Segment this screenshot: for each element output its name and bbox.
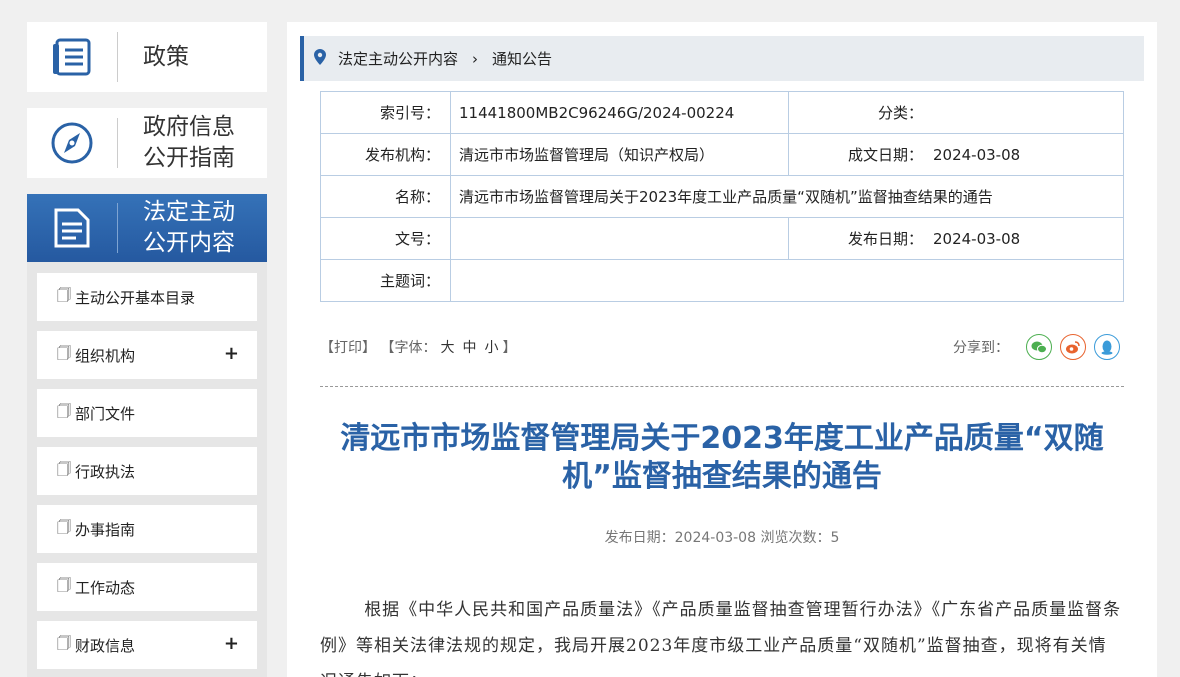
file-icon: 🗍 (57, 346, 71, 362)
sub-item-label: 工作动态 (75, 578, 136, 597)
breadcrumb-level2[interactable]: 通知公告 (492, 48, 552, 69)
sub-item-label: 办事指南 (75, 520, 136, 539)
font-small-link[interactable]: 小 (484, 340, 498, 356)
article-paragraph: 根据《中华人民共和国产品质量法》《产品质量监督抽查管理暂行办法》《广东省产品质量… (320, 600, 1122, 677)
sub-item-finance[interactable]: 🗍 财政信息 + (37, 621, 257, 669)
publish-date-value: 2024-03-08 (933, 230, 1021, 248)
index-label: 索引号： (320, 91, 451, 134)
font-size-suffix: 】 (502, 340, 517, 356)
guide-label: 政府信息 公开指南 (143, 114, 235, 171)
file-icon: 🗍 (57, 578, 71, 594)
compass-icon (27, 108, 117, 178)
sub-item-organization[interactable]: 🗍 组织机构 + (37, 331, 257, 379)
font-size-prefix: 【字体： (380, 340, 437, 356)
sub-item-work-news[interactable]: 🗍 工作动态 (37, 563, 257, 611)
created-date-value: 2024-03-08 (933, 146, 1021, 164)
policy-label: 政策 (143, 43, 189, 70)
font-medium-link[interactable]: 中 (462, 340, 476, 356)
sub-item-label: 部门文件 (75, 404, 136, 423)
sub-item-label: 组织机构 (75, 346, 136, 365)
publisher-value: 清远市市场监督管理局（知识产权局） (450, 133, 789, 176)
expand-icon[interactable]: + (224, 343, 239, 364)
wechat-share-icon[interactable] (1026, 334, 1052, 360)
sub-item-law-enforcement[interactable]: 🗍 行政执法 (37, 447, 257, 495)
article-title: 清远市市场监督管理局关于2023年度工业产品质量“双随机”监督抽查结果的通告 (340, 421, 1104, 494)
policy-button[interactable]: 政策 (27, 22, 267, 92)
keywords-value (450, 259, 1124, 302)
sub-item-label: 行政执法 (75, 462, 136, 481)
location-pin-icon (314, 48, 326, 69)
article-toolbar: 【打印】 【字体：大中小】 分享到： (320, 334, 1124, 360)
publisher-label: 发布机构： (320, 133, 451, 176)
book-icon (27, 22, 117, 92)
metadata-table: 索引号： 11441800MB2C96246G/2024-00224 分类： 发… (320, 91, 1124, 302)
file-icon: 🗍 (57, 404, 71, 420)
file-icon: 🗍 (57, 520, 71, 536)
sub-item-service-guide[interactable]: 🗍 办事指南 (37, 505, 257, 553)
divider (320, 386, 1124, 387)
print-link[interactable]: 【打印】 (320, 340, 376, 356)
keywords-label: 主题词： (320, 259, 451, 302)
legal-content-label: 法定主动 公开内容 (143, 199, 235, 256)
document-icon (27, 194, 117, 262)
sub-item-label: 主动公开基本目录 (75, 288, 196, 307)
publish-date-label: 发布日期： (847, 230, 923, 248)
sub-item-department-docs[interactable]: 🗍 部门文件 (37, 389, 257, 437)
expand-icon[interactable]: + (224, 633, 239, 654)
file-icon: 🗍 (57, 462, 71, 478)
qq-share-icon[interactable] (1094, 334, 1120, 360)
index-value: 11441800MB2C96246G/2024-00224 (450, 91, 789, 134)
sub-item-label: 财政信息 (75, 636, 136, 655)
category-label: 分类： (877, 104, 923, 122)
doc-number-label: 文号： (320, 217, 451, 260)
chevron-right-icon: › (472, 49, 479, 68)
file-icon: 🗍 (57, 288, 71, 304)
name-value: 清远市市场监督管理局关于2023年度工业产品质量“双随机”监督抽查结果的通告 (450, 175, 1124, 218)
file-icon: 🗍 (57, 636, 71, 652)
weibo-share-icon[interactable] (1060, 334, 1086, 360)
doc-number-value (450, 217, 789, 260)
created-date-label: 成文日期： (847, 146, 923, 164)
sub-menu: 🗍 主动公开基本目录 🗍 组织机构 + 🗍 部门文件 🗍 行政执法 🗍 办事指南… (27, 262, 267, 677)
breadcrumb: 法定主动公开内容 › 通知公告 (300, 36, 1144, 81)
legal-content-button[interactable]: 法定主动 公开内容 (27, 194, 267, 262)
font-large-link[interactable]: 大 (440, 340, 454, 356)
sub-item-basic-catalog[interactable]: 🗍 主动公开基本目录 (37, 273, 257, 321)
article-info: 发布日期：2024-03-08 浏览次数：5 (604, 530, 840, 546)
breadcrumb-level1[interactable]: 法定主动公开内容 (338, 48, 458, 69)
guide-button[interactable]: 政府信息 公开指南 (27, 108, 267, 178)
share-label: 分享到： (953, 340, 1009, 356)
name-label: 名称： (320, 175, 451, 218)
main-content: 法定主动公开内容 › 通知公告 索引号： 11441800MB2C96246G/… (287, 22, 1157, 677)
